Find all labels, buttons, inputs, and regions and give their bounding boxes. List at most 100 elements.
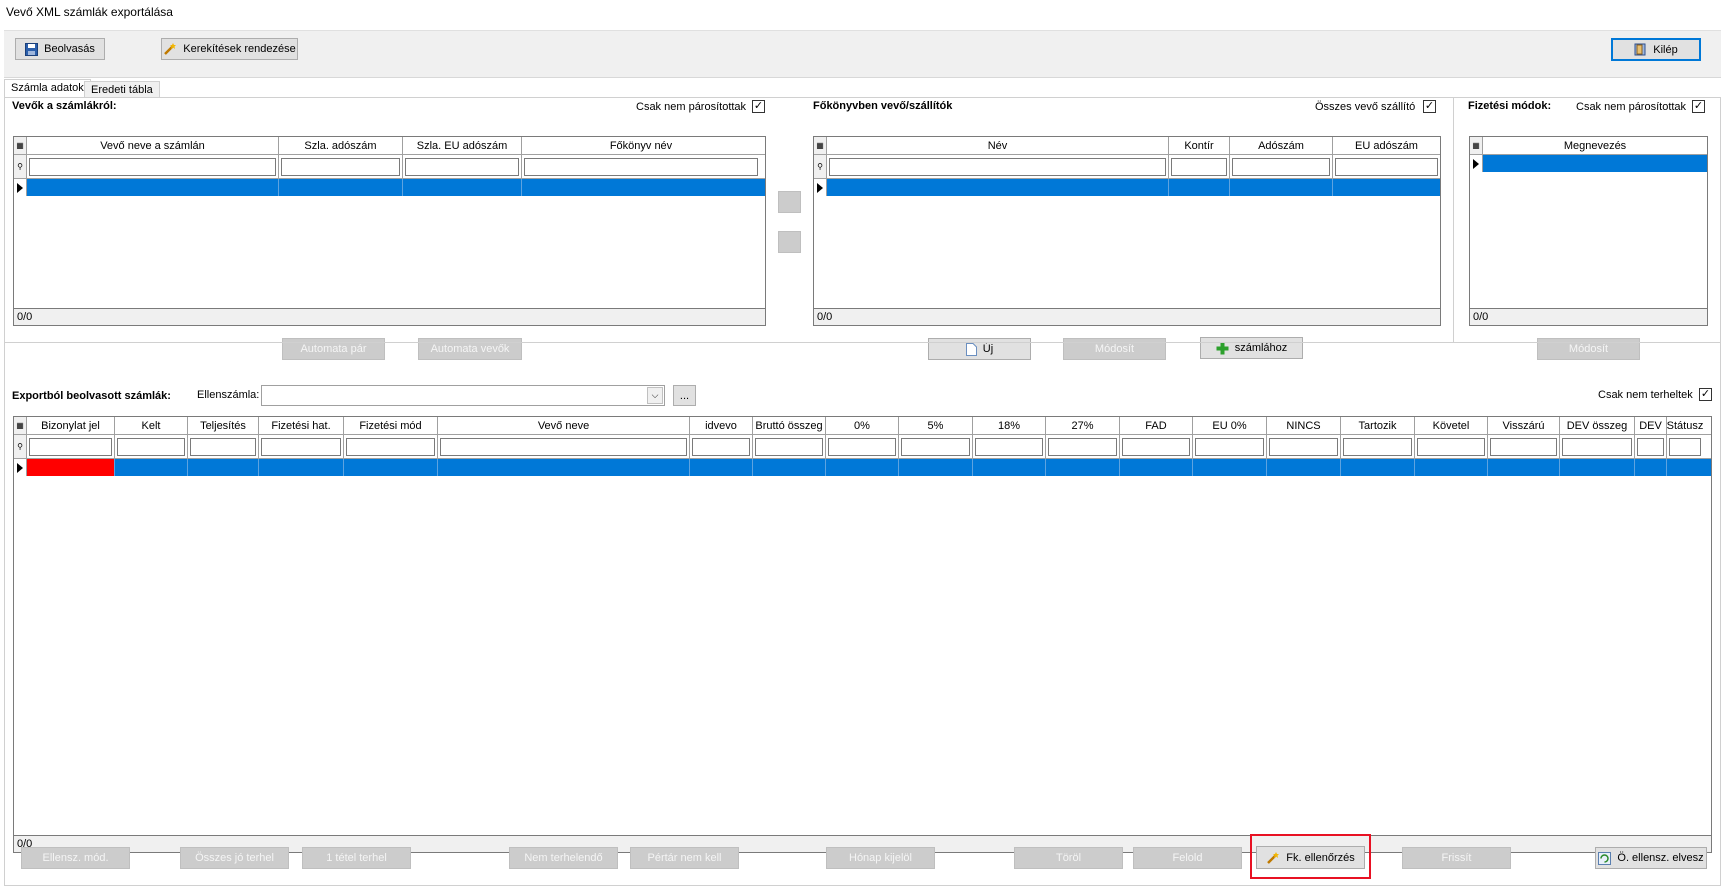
month-close-button[interactable]: Hónap kijelöl [826, 847, 935, 869]
filter-input[interactable] [692, 437, 750, 456]
filter-input[interactable] [346, 437, 435, 456]
col-header[interactable]: EU adószám [1333, 137, 1440, 154]
filter-input[interactable] [29, 437, 112, 456]
release-button[interactable]: Felold [1133, 847, 1242, 869]
read-button[interactable]: Beolvasás [15, 38, 105, 60]
col-header[interactable]: DEV összeg [1560, 417, 1635, 434]
pair-not-needed-button[interactable]: Pértár nem kell [630, 847, 739, 869]
filter-input[interactable] [975, 437, 1043, 456]
filter-input[interactable] [1171, 157, 1227, 176]
filter-input[interactable] [901, 437, 970, 456]
ledger-all-checkbox[interactable]: ✓ [1423, 100, 1436, 113]
grid-settings-icon[interactable]: ▦ [14, 417, 27, 434]
col-header[interactable]: Megnevezés [1483, 137, 1707, 154]
fk-check-button[interactable]: Fk. ellenőrzés [1256, 846, 1365, 869]
table-row[interactable] [814, 179, 1440, 196]
filter-input[interactable] [829, 157, 1166, 176]
filter-input[interactable] [1195, 437, 1264, 456]
refresh-button[interactable]: Frissít [1402, 847, 1511, 869]
col-header[interactable]: Vevő neve [438, 417, 690, 434]
tab-invoice-data[interactable]: Számla adatok [4, 79, 91, 97]
col-header[interactable]: 0% [826, 417, 899, 434]
filter-input[interactable] [1335, 157, 1438, 176]
filter-input[interactable] [117, 437, 185, 456]
col-header[interactable]: Adószám [1230, 137, 1333, 154]
grid-settings-icon[interactable]: ▦ [14, 137, 27, 154]
col-header[interactable]: FAD [1120, 417, 1193, 434]
filter-input[interactable] [1562, 437, 1632, 456]
filter-input[interactable] [1343, 437, 1412, 456]
filter-input[interactable] [1637, 437, 1664, 456]
col-header[interactable]: Visszárú [1488, 417, 1560, 434]
col-header[interactable]: 27% [1046, 417, 1120, 434]
browse-button[interactable]: ... [673, 385, 696, 406]
counter-drop-button[interactable]: Ö. ellensz. elvesz [1595, 847, 1707, 869]
filter-input[interactable] [190, 437, 256, 456]
rounding-button[interactable]: Kerekítések rendezése [161, 38, 298, 60]
move-right-button[interactable] [778, 191, 801, 213]
table-row[interactable] [14, 179, 765, 196]
col-header[interactable]: Fizetési hat. [259, 417, 344, 434]
chevron-down-icon[interactable]: ⌵ [647, 387, 663, 404]
col-header[interactable]: Név [827, 137, 1169, 154]
filter-input[interactable] [828, 437, 896, 456]
filter-input[interactable] [524, 157, 758, 176]
col-header[interactable]: Szla. EU adószám [403, 137, 522, 154]
filter-input[interactable] [1417, 437, 1485, 456]
filter-input[interactable] [1048, 437, 1117, 456]
col-header[interactable]: Tartozik [1341, 417, 1415, 434]
filter-input[interactable] [440, 437, 687, 456]
filter-input[interactable] [755, 437, 823, 456]
grid-settings-icon[interactable]: ▦ [814, 137, 827, 154]
customers-grid[interactable]: ▦ Vevő neve a számlán Szla. adószám Szla… [13, 136, 766, 326]
filter-input[interactable] [29, 157, 276, 176]
counter-account-select[interactable]: ⌵ [261, 385, 665, 406]
col-header[interactable]: NINCS [1267, 417, 1341, 434]
filter-input[interactable] [1269, 437, 1338, 456]
not-post-button[interactable]: Nem terhelendő [509, 847, 618, 869]
col-header[interactable]: idvevo [690, 417, 753, 434]
only-unposted-checkbox[interactable]: ✓ [1699, 388, 1712, 401]
col-header[interactable]: Szla. adószám [279, 137, 403, 154]
col-header[interactable]: 18% [973, 417, 1046, 434]
filter-input[interactable] [1232, 157, 1330, 176]
col-header[interactable]: Státusz [1667, 417, 1703, 434]
col-header[interactable]: Kelt [115, 417, 188, 434]
delete-button[interactable]: Töröl [1014, 847, 1123, 869]
payment-only-unpaired-checkbox[interactable]: ✓ [1692, 100, 1705, 113]
post-one-button[interactable]: 1 tétel terhel [302, 847, 411, 869]
col-header[interactable]: EU 0% [1193, 417, 1267, 434]
filter-input[interactable] [1669, 437, 1701, 456]
filter-input[interactable] [261, 437, 341, 456]
filter-input[interactable] [405, 157, 519, 176]
col-header[interactable]: Követel [1415, 417, 1488, 434]
row-pointer-icon [814, 179, 827, 196]
table-row[interactable] [14, 459, 1711, 476]
payment-grid[interactable]: ▦ Megnevezés 0/0 [1469, 136, 1708, 326]
col-header[interactable]: Vevő neve a számlán [27, 137, 279, 154]
col-header[interactable]: Kontír [1169, 137, 1230, 154]
col-header[interactable]: DEV [1635, 417, 1667, 434]
col-header[interactable]: Fizetési mód [344, 417, 438, 434]
filter-input[interactable] [281, 157, 400, 176]
customers-only-unpaired-checkbox[interactable]: ✓ [752, 100, 765, 113]
filter-input[interactable] [1122, 437, 1190, 456]
col-header[interactable]: Főkönyv név [522, 137, 760, 154]
invoices-grid[interactable]: ▦ Bizonylat jel Kelt Teljesítés Fizetési… [13, 416, 1712, 853]
to-invoice-button[interactable]: számlához [1200, 337, 1303, 359]
ledger-grid[interactable]: ▦ Név Kontír Adószám EU adószám ⚲ 0/0 [813, 136, 1441, 326]
col-header[interactable]: Bruttó összeg [753, 417, 826, 434]
col-header[interactable]: 5% [899, 417, 973, 434]
tab-content: Vevők a számlákról: Csak nem párosította… [4, 97, 1721, 886]
error-cell[interactable] [27, 459, 115, 476]
grid-settings-icon[interactable]: ▦ [1470, 137, 1483, 154]
post-all-button[interactable]: Összes jó terhel [180, 847, 289, 869]
col-header[interactable]: Bizonylat jel [27, 417, 115, 434]
table-row[interactable] [1470, 155, 1707, 172]
exit-button[interactable]: Kilép [1611, 38, 1701, 61]
filter-input[interactable] [1490, 437, 1557, 456]
counter-mod-button[interactable]: Ellensz. mód. [21, 847, 130, 869]
tab-original-table[interactable]: Eredeti tábla [84, 81, 160, 97]
col-header[interactable]: Teljesítés [188, 417, 259, 434]
move-left-button[interactable] [778, 231, 801, 253]
